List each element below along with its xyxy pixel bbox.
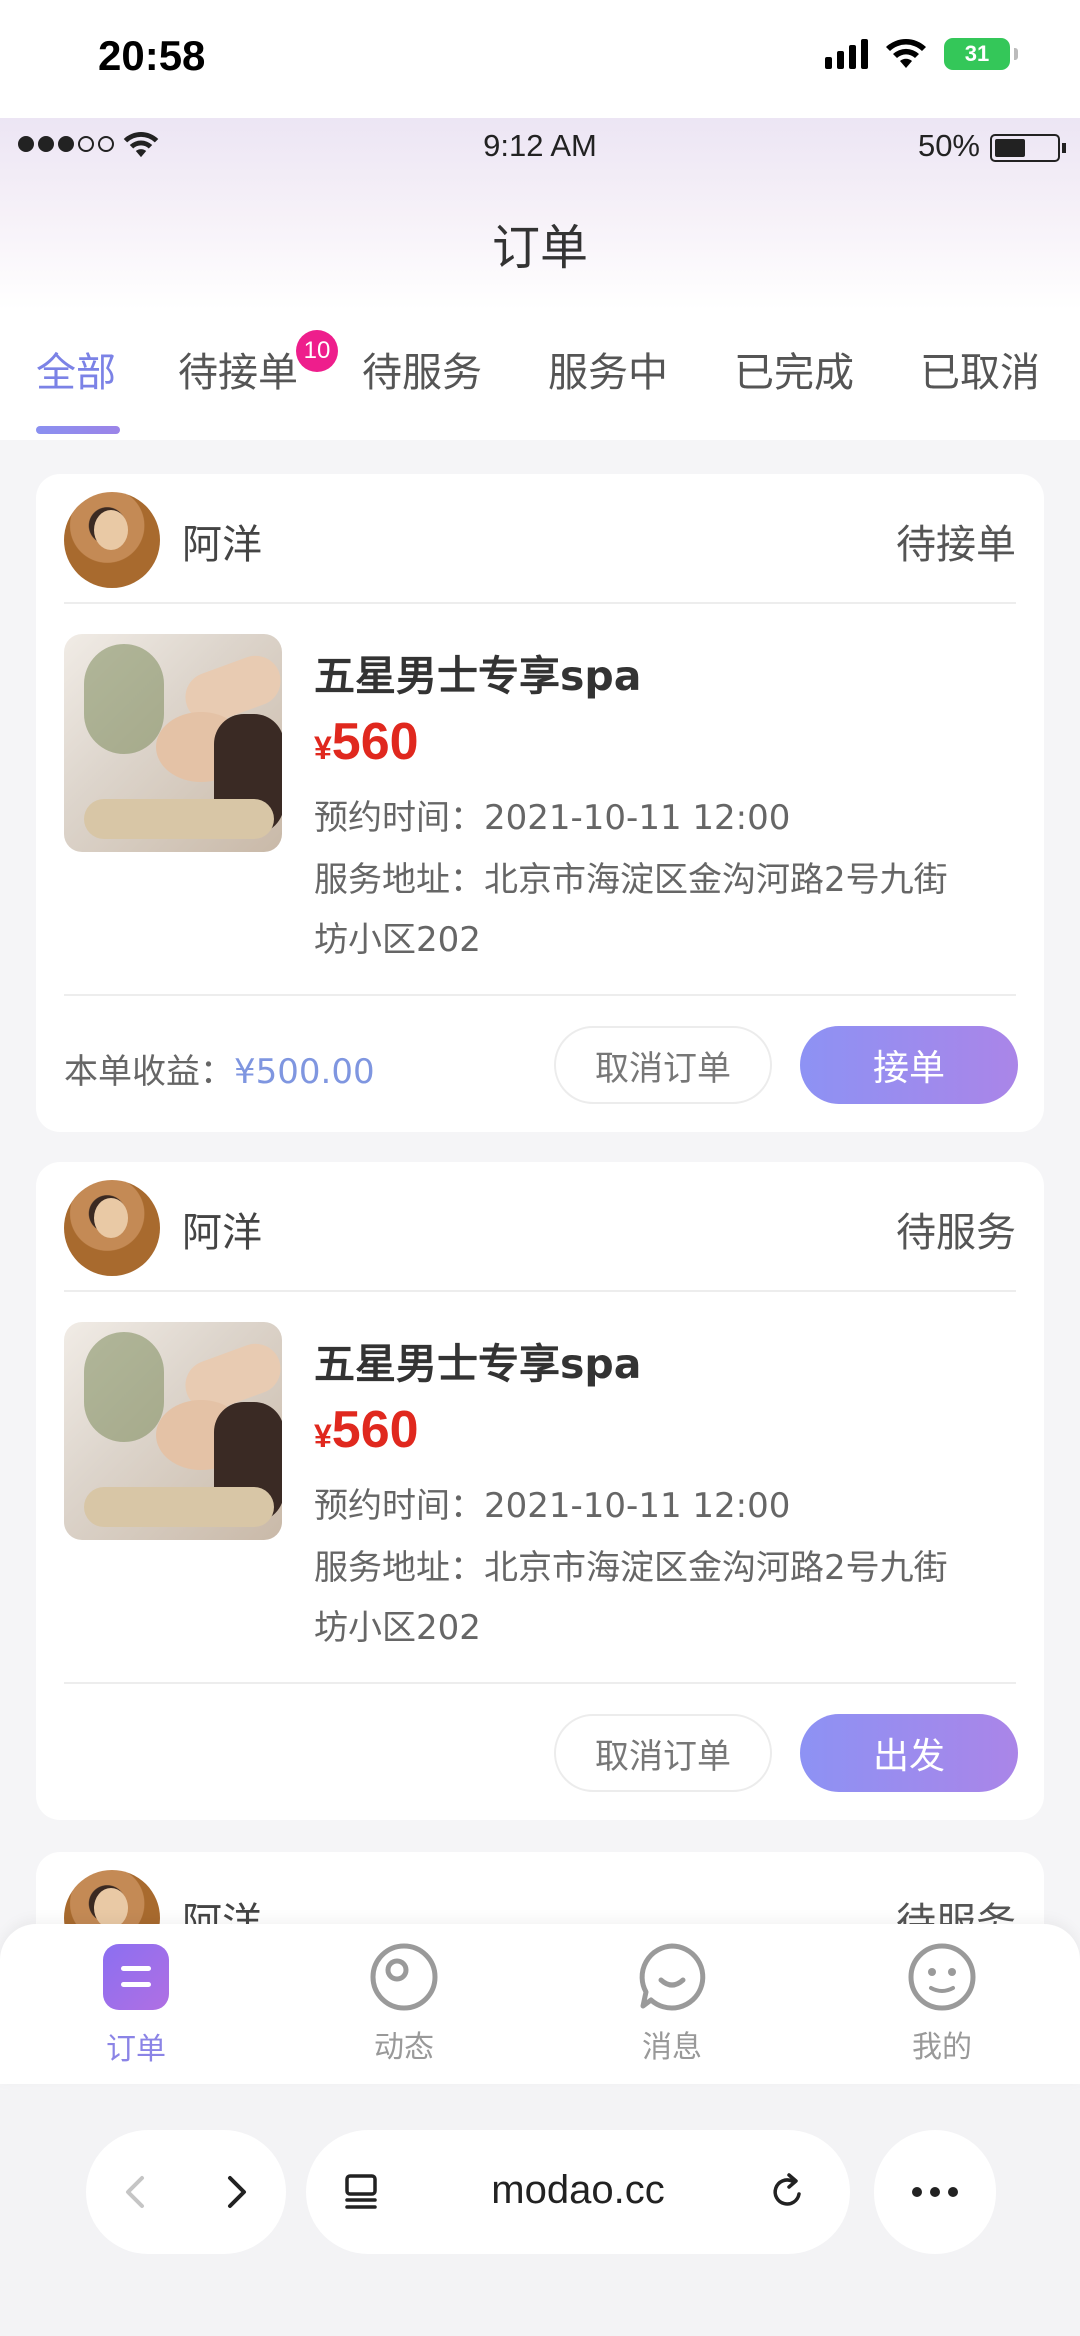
order-tabs: 全部 待接单 10 待服务 服务中 已完成 已取消 (0, 310, 1080, 440)
order-card-header: 阿洋 待接单 (36, 474, 1044, 604)
divider (64, 1290, 1016, 1292)
browser-nav-group (86, 2130, 286, 2254)
os-status-icons: 31 (825, 38, 1018, 70)
order-card-header: 阿洋 待服务 (36, 1162, 1044, 1292)
active-tab-indicator (36, 426, 120, 434)
earnings-label: 本单收益： (64, 1052, 234, 1092)
appointment-time: 预约时间：2021-10-11 12:00 (314, 1486, 791, 1526)
tab-in-service[interactable]: 服务中 (548, 340, 668, 398)
moments-icon (370, 1943, 438, 2011)
more-icon (912, 2187, 922, 2197)
service-image (64, 634, 282, 852)
order-status: 待服务 (896, 1210, 1016, 1256)
service-address-cont: 坊小区202 (314, 920, 481, 960)
price-value: 560 (331, 1401, 419, 1459)
tabbar-item-profile[interactable]: 我的 (872, 1942, 1012, 2066)
service-image (64, 1322, 282, 1540)
tab-pending-accept[interactable]: 待接单 (178, 340, 298, 398)
tab-all[interactable]: 全部 (36, 340, 116, 398)
os-status-bar: 20:58 31 (0, 0, 1080, 118)
depart-button[interactable]: 出发 (800, 1714, 1018, 1792)
tab-cancelled[interactable]: 已取消 (920, 340, 1040, 398)
tab-completed[interactable]: 已完成 (734, 340, 854, 398)
cancel-order-button[interactable]: 取消订单 (554, 1026, 772, 1104)
tabbar-item-messages[interactable]: 消息 (602, 1942, 742, 2066)
accept-order-button[interactable]: 接单 (800, 1026, 1018, 1104)
reload-icon[interactable] (768, 2172, 808, 2212)
service-name: 五星男士专享spa (314, 1340, 642, 1388)
appointment-time: 预约时间：2021-10-11 12:00 (314, 798, 791, 838)
order-status: 待接单 (896, 522, 1016, 568)
app-status-bar: 9:12 AM 50% (0, 118, 1080, 178)
order-icon (103, 1944, 169, 2010)
price-value: 560 (331, 713, 419, 771)
forward-icon[interactable] (216, 2172, 256, 2212)
browser-toolbar: modao.cc (0, 2090, 1080, 2336)
divider (64, 1682, 1016, 1684)
os-clock: 20:58 (98, 32, 206, 79)
battery-level-text: 31 (964, 41, 990, 66)
service-name: 五星男士专享spa (314, 652, 642, 700)
pending-count-badge: 10 (296, 330, 338, 372)
avatar[interactable] (64, 1180, 160, 1276)
tabbar-label: 我的 (912, 2030, 972, 2065)
order-earnings: 本单收益：¥500.00 (64, 1044, 375, 1093)
battery-icon: 31 (944, 38, 1018, 70)
app-battery-icon (990, 134, 1066, 162)
earnings-amount: ¥500.00 (234, 1052, 375, 1092)
cancel-order-button[interactable]: 取消订单 (554, 1714, 772, 1792)
app-battery-fill (995, 139, 1025, 157)
cellular-signal-icon (825, 39, 868, 69)
divider (64, 602, 1016, 604)
service-address: 服务地址：北京市海淀区金沟河路2号九街 (314, 860, 948, 900)
address-bar[interactable]: modao.cc (306, 2130, 850, 2254)
service-price: ¥560 (314, 712, 419, 772)
back-icon[interactable] (116, 2172, 156, 2212)
user-name: 阿洋 (182, 1210, 262, 1256)
avatar[interactable] (64, 492, 160, 588)
service-address: 服务地址：北京市海淀区金沟河路2号九街 (314, 1548, 948, 1588)
order-card[interactable]: 阿洋 待服务 五星男士专享spa ¥560 预约时间：2021-10-11 12… (36, 1162, 1044, 1820)
tabbar-item-orders[interactable]: 订单 (66, 1942, 206, 2068)
tabbar-item-moments[interactable]: 动态 (334, 1942, 474, 2066)
bottom-tab-bar: 订单 动态 消息 我的 (0, 1924, 1080, 2084)
currency-symbol: ¥ (314, 730, 332, 766)
message-icon (639, 1943, 706, 2011)
app-battery-percent: 50% (917, 128, 980, 163)
page-title: 订单 (491, 220, 588, 276)
tabbar-label: 订单 (106, 2032, 166, 2067)
profile-icon (908, 1943, 976, 2011)
wifi-icon (886, 39, 926, 68)
service-address-cont: 坊小区202 (314, 1608, 481, 1648)
more-options-button[interactable] (874, 2130, 996, 2254)
order-card[interactable]: 阿洋 待接单 五星男士专享spa ¥560 预约时间：2021-10-11 12… (36, 474, 1044, 1132)
service-price: ¥560 (314, 1400, 419, 1460)
divider (64, 994, 1016, 996)
tab-pending-service[interactable]: 待服务 (362, 340, 482, 398)
currency-symbol: ¥ (314, 1418, 332, 1454)
user-name: 阿洋 (182, 522, 262, 568)
tabbar-label: 动态 (374, 2030, 434, 2065)
tabbar-label: 消息 (642, 2030, 702, 2065)
